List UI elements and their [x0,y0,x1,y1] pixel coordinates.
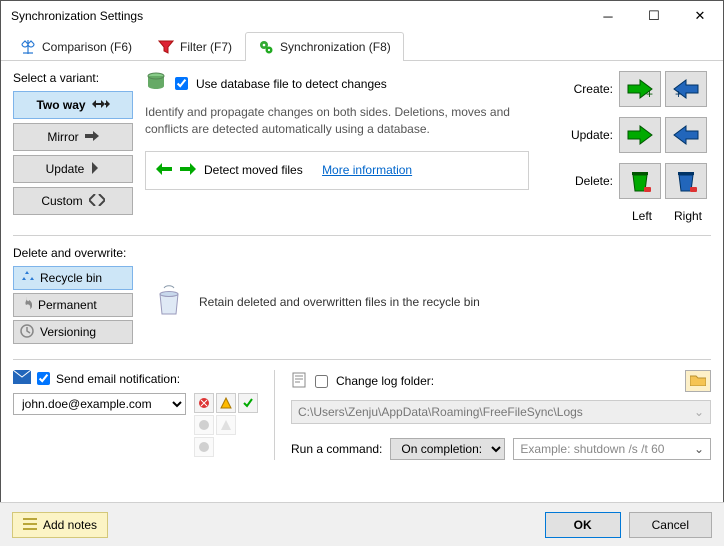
send-email-label: Send email notification: [56,372,180,386]
run-command-input[interactable]: Example: shutdown /s /t 60 [513,438,711,460]
variant-label: Two way [36,98,85,112]
tab-label: Comparison (F6) [42,40,132,54]
gears-icon [258,39,274,55]
run-command-when-select[interactable]: On completion: [390,438,505,460]
variant-two-way[interactable]: Two way [13,91,133,119]
delete-left-button[interactable] [665,163,707,199]
variant-label: Custom [41,194,82,208]
delete-overwrite-heading: Delete and overwrite: [13,246,711,260]
update-left-button[interactable] [665,117,707,153]
variant-label: Update [46,162,85,176]
right-column-label: Right [665,209,711,223]
email-condition-grid [194,393,258,457]
variant-update[interactable]: Update [13,155,133,183]
arrow-left-green-icon [156,162,172,179]
arrow-right-green-icon [180,162,196,179]
funnel-icon [158,39,174,55]
delete-permanent-button[interactable]: Permanent [13,293,133,317]
clock-icon [20,324,34,341]
window-title: Synchronization Settings [11,9,585,23]
email-on-warning-dim-icon[interactable] [216,415,236,435]
email-address-select[interactable]: john.doe@example.com [13,393,186,415]
tab-label: Filter (F7) [180,40,232,54]
variant-description: Identify and propagate changes on both s… [145,104,529,139]
detect-moved-box: Detect moved files More information [145,151,529,190]
browse-folder-button[interactable] [685,370,711,392]
recycle-icon [20,270,34,287]
variant-label: Mirror [47,130,78,144]
tab-synchronization[interactable]: Synchronization (F8) [245,32,404,61]
delete-recycle-button[interactable]: Recycle bin [13,266,133,290]
tab-label: Synchronization (F8) [280,40,391,54]
delete-option-label: Versioning [40,325,96,339]
cancel-button[interactable]: Cancel [629,512,712,538]
use-database-checkbox[interactable] [175,77,188,90]
delete-right-button[interactable] [619,163,661,199]
email-on-warning-icon[interactable] [216,393,236,413]
variant-custom[interactable]: Custom [13,187,133,215]
create-right-button[interactable]: + [619,71,661,107]
add-notes-button[interactable]: Add notes [12,512,108,538]
database-icon [145,71,167,96]
update-right-button[interactable] [619,117,661,153]
update-label: Update: [541,128,619,142]
create-label: Create: [541,82,619,96]
detect-moved-label: Detect moved files [204,163,303,177]
angle-brackets-icon [89,194,105,209]
more-information-link[interactable]: More information [322,163,412,177]
folder-icon [690,374,706,389]
tab-filter[interactable]: Filter (F7) [145,32,245,61]
change-log-folder-label: Change log folder: [336,374,434,388]
fire-icon [20,297,32,314]
notes-icon [23,518,37,532]
log-path-display: C:\Users\Zenju\AppData\Roaming\FreeFileS… [291,400,711,424]
delete-option-label: Recycle bin [40,271,102,285]
tabbar: Comparison (F6) Filter (F7) Synchronizat… [1,31,723,61]
scales-icon [20,39,36,55]
email-always-dim-icon[interactable] [194,437,214,457]
svg-text:+: + [675,87,682,100]
variant-heading: Select a variant: [13,71,133,85]
use-database-label: Use database file to detect changes [196,77,387,91]
delete-versioning-button[interactable]: Versioning [13,320,133,344]
minimize-button[interactable]: ─ [585,1,631,31]
delete-option-label: Permanent [38,298,97,312]
titlebar: Synchronization Settings ─ ☐ ✕ [1,1,723,31]
send-email-checkbox[interactable] [37,372,50,385]
ok-button[interactable]: OK [545,512,621,538]
close-button[interactable]: ✕ [677,1,723,31]
recycle-bin-icon [153,284,185,319]
arrow-right-icon [85,130,99,144]
delete-description: Retain deleted and overwritten files in … [199,295,480,309]
email-on-error-icon[interactable] [194,393,214,413]
email-on-success-icon[interactable] [238,393,258,413]
maximize-button[interactable]: ☐ [631,1,677,31]
run-command-label: Run a command: [291,442,382,456]
left-column-label: Left [619,209,665,223]
svg-text:+: + [646,87,653,100]
email-on-error-dim-icon[interactable] [194,415,214,435]
create-left-button[interactable]: + [665,71,707,107]
variant-mirror[interactable]: Mirror [13,123,133,151]
footer: Add notes OK Cancel [0,502,724,546]
tab-comparison[interactable]: Comparison (F6) [7,32,145,61]
log-icon [291,372,307,391]
change-log-folder-checkbox[interactable] [315,375,328,388]
chevron-right-icon [90,162,100,177]
add-notes-label: Add notes [43,518,97,532]
two-way-arrow-icon [92,98,110,112]
delete-label: Delete: [541,174,619,188]
envelope-icon [13,370,31,387]
